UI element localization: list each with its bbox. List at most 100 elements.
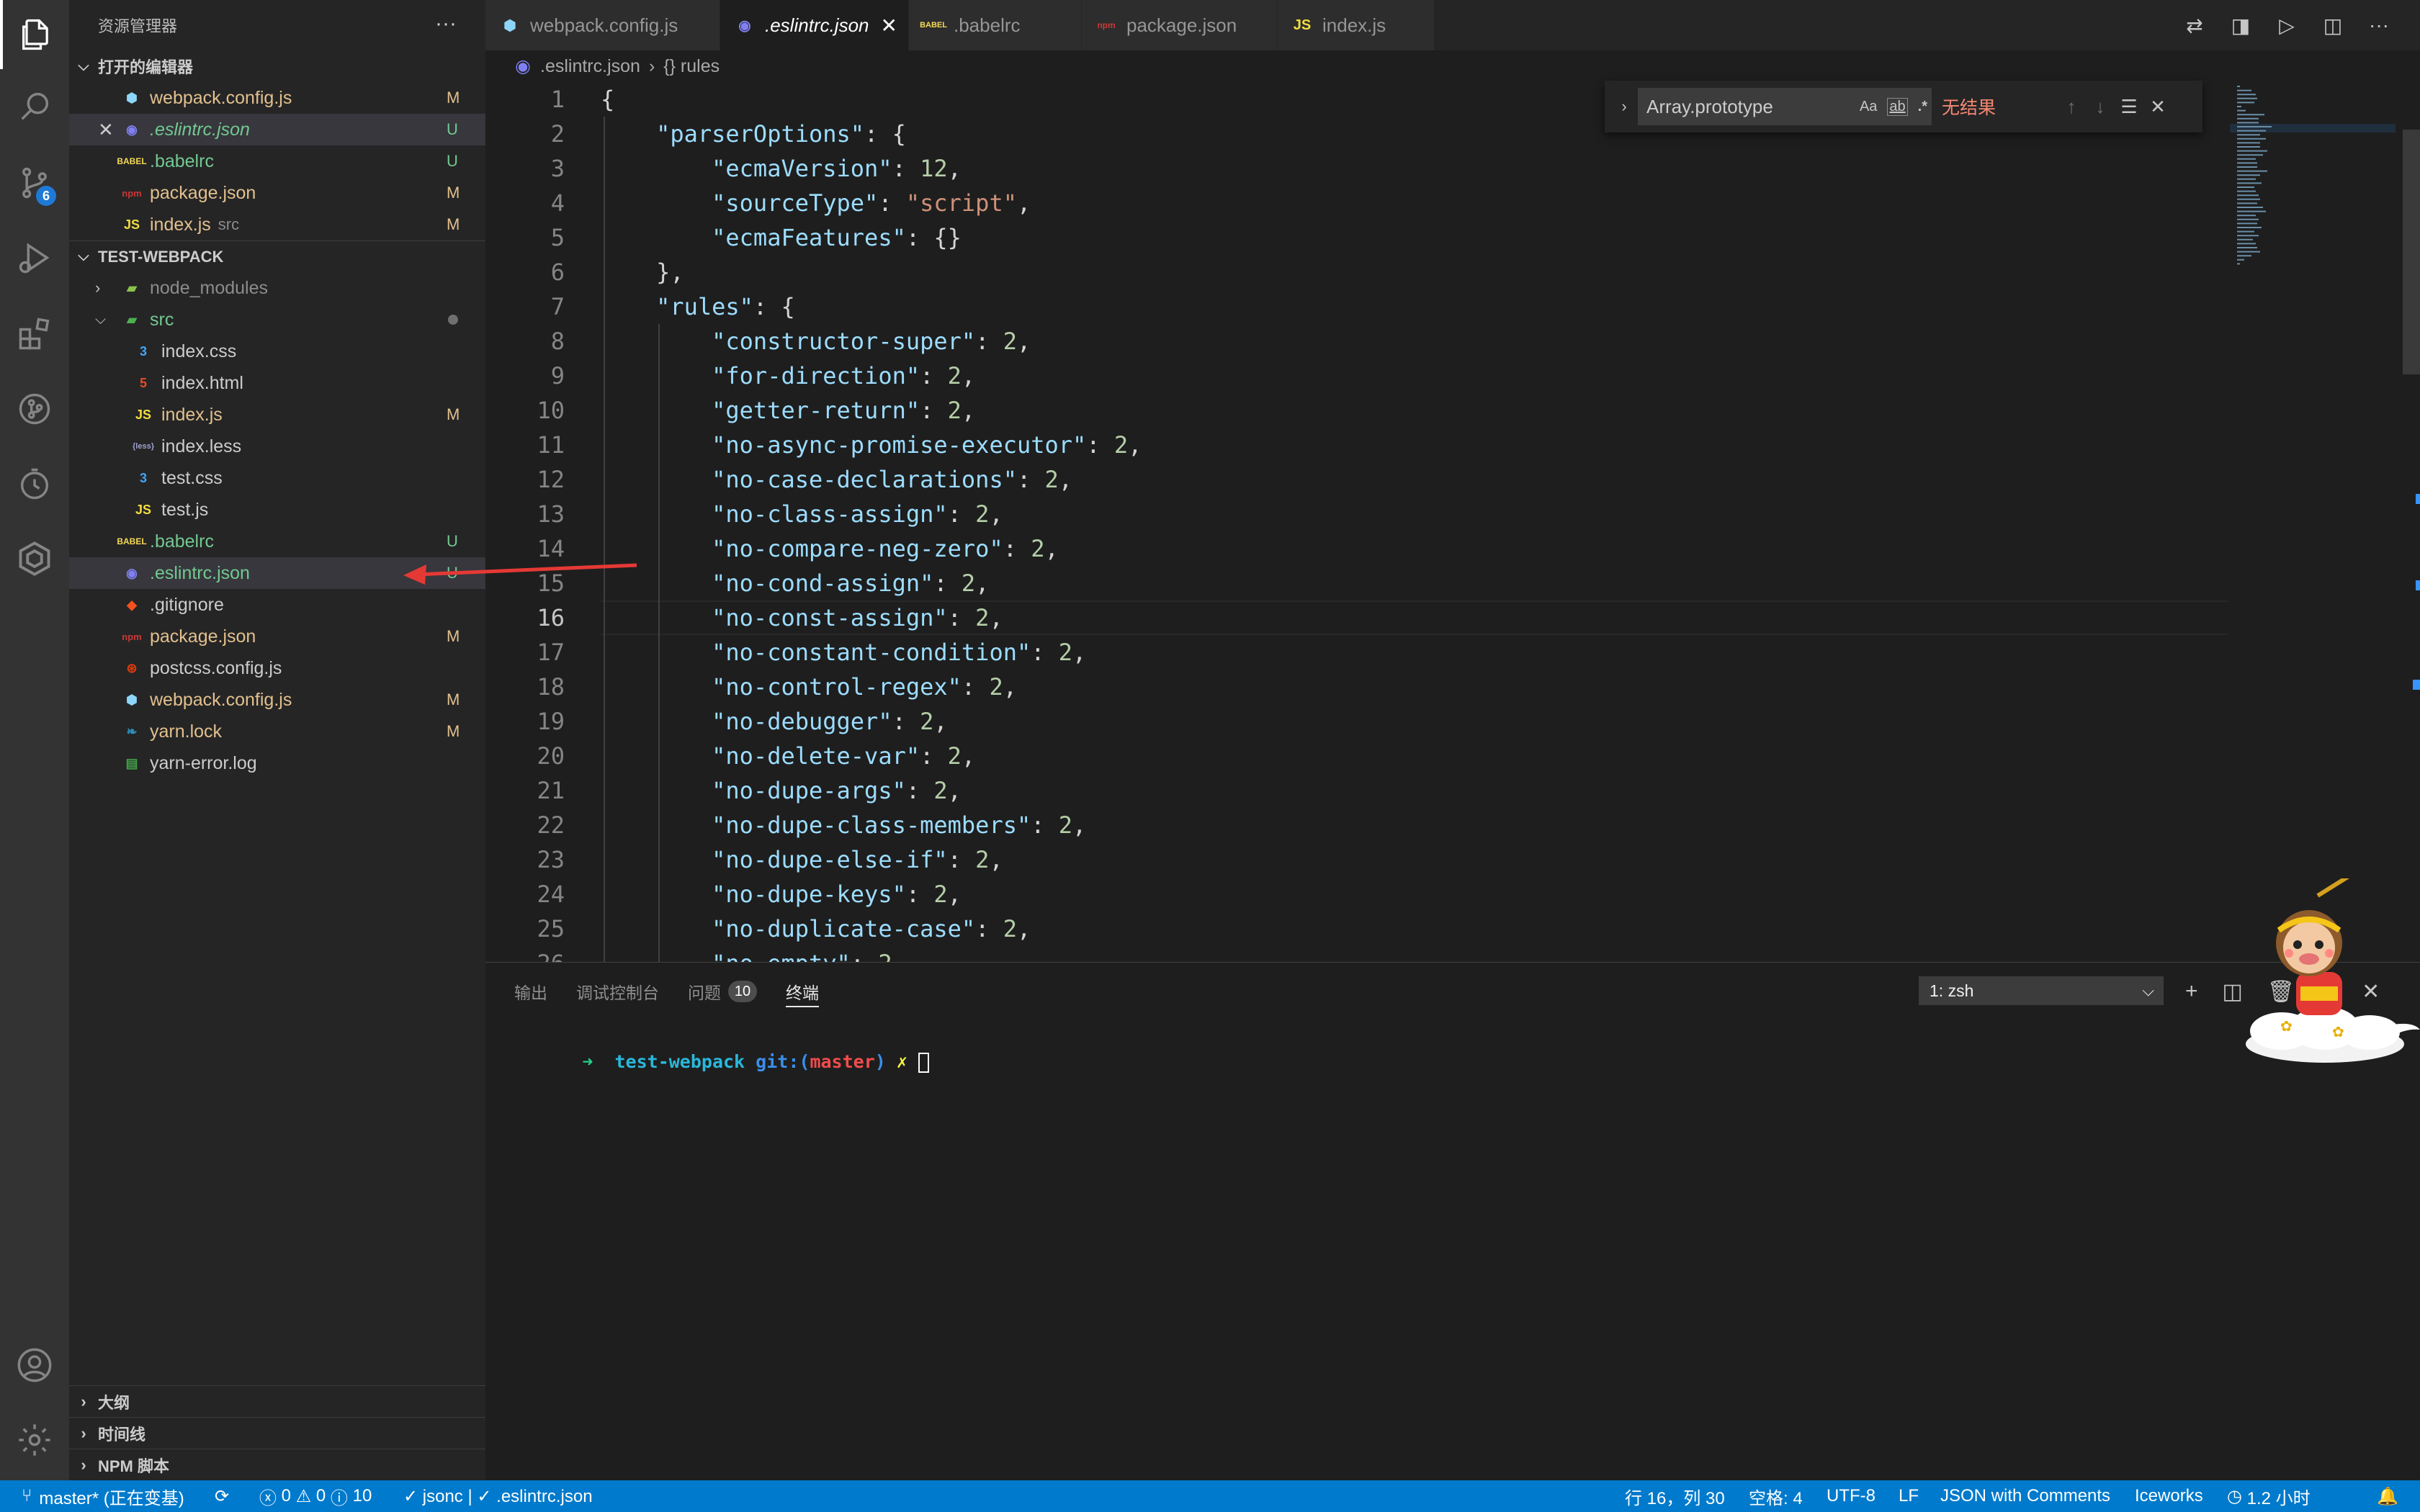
status-problems[interactable]: ⓧ 0 ⚠ 0 ⓘ 10 xyxy=(259,1480,372,1512)
open-editor-item[interactable]: ✕ ◉ .eslintrc.json U xyxy=(69,114,485,145)
tree-item-file[interactable]: JS index.js M xyxy=(69,399,485,431)
tab-debug-console[interactable]: 调试控制台 xyxy=(576,963,659,1020)
project-header[interactable]: ⌵ TEST-WEBPACK xyxy=(69,240,485,272)
iceworks-icon[interactable] xyxy=(0,524,69,593)
whole-word-icon[interactable]: ab xyxy=(1887,97,1908,116)
tab-problems[interactable]: 问题 10 xyxy=(688,963,757,1020)
tree-item-file[interactable]: ⬢ webpack.config.js M xyxy=(69,684,485,716)
split-editor-icon[interactable]: ◫ xyxy=(2321,13,2345,37)
more-actions-icon[interactable]: ··· xyxy=(435,12,457,36)
account-icon[interactable] xyxy=(0,1331,69,1400)
tree-item-file[interactable]: npm package.json M xyxy=(69,621,485,652)
status-cursor-position[interactable]: 行 16，列 30 xyxy=(1625,1480,1725,1512)
code-line[interactable]: 7 "rules": { xyxy=(485,289,2228,324)
code-line[interactable]: 18 "no-control-regex": 2, xyxy=(485,670,2228,704)
find-input[interactable]: Array.prototype Aa ab .* xyxy=(1638,88,1932,125)
tab-package-json[interactable]: npm package.json xyxy=(1082,0,1278,50)
editor-scrollbar[interactable] xyxy=(2403,82,2420,962)
settings-gear-icon[interactable] xyxy=(0,1405,69,1475)
status-time-tracker[interactable]: ◷ 1.2 小时 xyxy=(2227,1480,2311,1512)
tree-item-file[interactable]: BABEL .babelrc U xyxy=(69,526,485,557)
extensions-icon[interactable] xyxy=(0,300,69,369)
git-graph-icon[interactable] xyxy=(0,374,69,444)
code-line[interactable]: 15 "no-cond-assign": 2, xyxy=(485,566,2228,600)
status-indentation[interactable]: 空格: 4 xyxy=(1749,1480,1803,1512)
code-line[interactable]: 24 "no-dupe-keys": 2, xyxy=(485,877,2228,912)
tree-item-file[interactable]: 3 test.css xyxy=(69,462,485,494)
tree-item-file[interactable]: ▤ yarn-error.log xyxy=(69,747,485,779)
tab-index-js[interactable]: JS index.js xyxy=(1278,0,1435,50)
tree-item-file[interactable]: ⊛ postcss.config.js xyxy=(69,652,485,684)
code-line[interactable]: 20 "no-delete-var": 2, xyxy=(485,739,2228,773)
tab-webpack-config[interactable]: ⬢ webpack.config.js xyxy=(485,0,720,50)
code-line[interactable]: 5 "ecmaFeatures": {} xyxy=(485,220,2228,255)
open-editor-item[interactable]: npm package.json M xyxy=(69,177,485,209)
next-match-icon[interactable]: ↓ xyxy=(2086,96,2115,118)
tab-terminal[interactable]: 终端 xyxy=(786,963,819,1020)
sync-icon[interactable]: ⟳ xyxy=(215,1480,229,1512)
tab-babelrc[interactable]: BABEL .babelrc xyxy=(909,0,1082,50)
tab-output[interactable]: 输出 xyxy=(514,963,547,1020)
previous-match-icon[interactable]: ↑ xyxy=(2057,96,2086,118)
close-icon[interactable]: ✕ xyxy=(2143,96,2172,118)
more-actions-icon[interactable]: ··· xyxy=(2367,13,2391,37)
source-control-icon[interactable]: 6 xyxy=(0,148,69,217)
regex-icon[interactable]: .* xyxy=(1918,99,1927,115)
timeline-section[interactable]: › 时间线 xyxy=(69,1417,485,1449)
code-line[interactable]: 19 "no-debugger": 2, xyxy=(485,704,2228,739)
tree-item-file[interactable]: ◆ .gitignore xyxy=(69,589,485,621)
code-line[interactable]: 11 "no-async-promise-executor": 2, xyxy=(485,428,2228,462)
code-line[interactable]: 21 "no-dupe-args": 2, xyxy=(485,773,2228,808)
tree-item-file[interactable]: {less} index.less xyxy=(69,431,485,462)
open-editors-header[interactable]: ⌵ 打开的编辑器 xyxy=(69,50,485,82)
toggle-replace-icon[interactable]: › xyxy=(1615,97,1634,116)
tree-item-file[interactable]: 3 index.css xyxy=(69,336,485,367)
breadcrumb-file[interactable]: .eslintrc.json xyxy=(540,56,640,77)
tree-item-folder[interactable]: ⌵ ▰ src xyxy=(69,304,485,336)
status-iceworks[interactable]: Iceworks xyxy=(2135,1480,2203,1512)
open-changes-icon[interactable]: ◨ xyxy=(2228,13,2253,37)
code-line[interactable]: 22 "no-dupe-class-members": 2, xyxy=(485,808,2228,842)
code-line[interactable]: 9 "for-direction": 2, xyxy=(485,359,2228,393)
outline-section[interactable]: › 大纲 xyxy=(69,1385,485,1417)
code-line[interactable]: 4 "sourceType": "script", xyxy=(485,186,2228,220)
match-case-icon[interactable]: Aa xyxy=(1860,99,1877,115)
bell-icon[interactable]: 🔔 xyxy=(2377,1480,2398,1512)
terminal-select[interactable]: 1: zsh ⌵ xyxy=(1919,976,2164,1005)
code-line[interactable]: 17 "no-constant-condition": 2, xyxy=(485,635,2228,670)
close-icon[interactable]: ✕ xyxy=(881,14,897,37)
tree-item-folder[interactable]: › ▰ node_modules xyxy=(69,272,485,304)
timeline-icon[interactable] xyxy=(0,449,69,518)
minimap[interactable] xyxy=(2230,82,2396,276)
tree-item-file[interactable]: ◉ .eslintrc.json U xyxy=(69,557,485,589)
code-line[interactable]: 8 "constructor-super": 2, xyxy=(485,324,2228,359)
new-terminal-icon[interactable]: + xyxy=(2185,979,2198,1004)
status-lint[interactable]: ✓ jsonc | ✓ .eslintrc.json xyxy=(403,1480,593,1512)
tab-eslintrc[interactable]: ◉ .eslintrc.json ✕ xyxy=(720,0,909,50)
npm-scripts-section[interactable]: › NPM 脚本 xyxy=(69,1449,485,1480)
code-line[interactable]: 16 "no-const-assign": 2, xyxy=(485,600,2228,635)
run-debug-icon[interactable] xyxy=(0,223,69,292)
find-in-selection-icon[interactable]: ☰ xyxy=(2115,96,2143,118)
tree-item-file[interactable]: JS test.js xyxy=(69,494,485,526)
code-line[interactable]: 25 "no-duplicate-case": 2, xyxy=(485,912,2228,946)
status-branch[interactable]: ⑂ master* (正在变基) xyxy=(22,1480,184,1512)
status-encoding[interactable]: UTF-8 xyxy=(1827,1480,1876,1512)
files-icon[interactable] xyxy=(0,0,69,69)
terminal-content[interactable]: ➜ test-webpack git:(master) ✗ xyxy=(517,1030,929,1094)
open-editor-item[interactable]: ⬢ webpack.config.js M xyxy=(69,82,485,114)
compare-changes-icon[interactable]: ⇄ xyxy=(2182,13,2207,37)
status-language[interactable]: JSON with Comments xyxy=(1940,1480,2110,1512)
code-line[interactable]: 10 "getter-return": 2, xyxy=(485,393,2228,428)
code-line[interactable]: 13 "no-class-assign": 2, xyxy=(485,497,2228,531)
tree-item-file[interactable]: 5 index.html xyxy=(69,367,485,399)
status-eol[interactable]: LF xyxy=(1899,1480,1919,1512)
open-editor-item[interactable]: JS index.js src M xyxy=(69,209,485,240)
code-line[interactable]: 12 "no-case-declarations": 2, xyxy=(485,462,2228,497)
breadcrumb-symbol[interactable]: {} rules xyxy=(663,56,720,77)
run-icon[interactable]: ▷ xyxy=(2275,13,2299,37)
code-line[interactable]: 26 "no-empty": 2 xyxy=(485,946,2228,962)
open-editor-item[interactable]: BABEL .babelrc U xyxy=(69,145,485,177)
tree-item-file[interactable]: ❧ yarn.lock M xyxy=(69,716,485,747)
scrollbar-thumb[interactable] xyxy=(2403,130,2420,374)
